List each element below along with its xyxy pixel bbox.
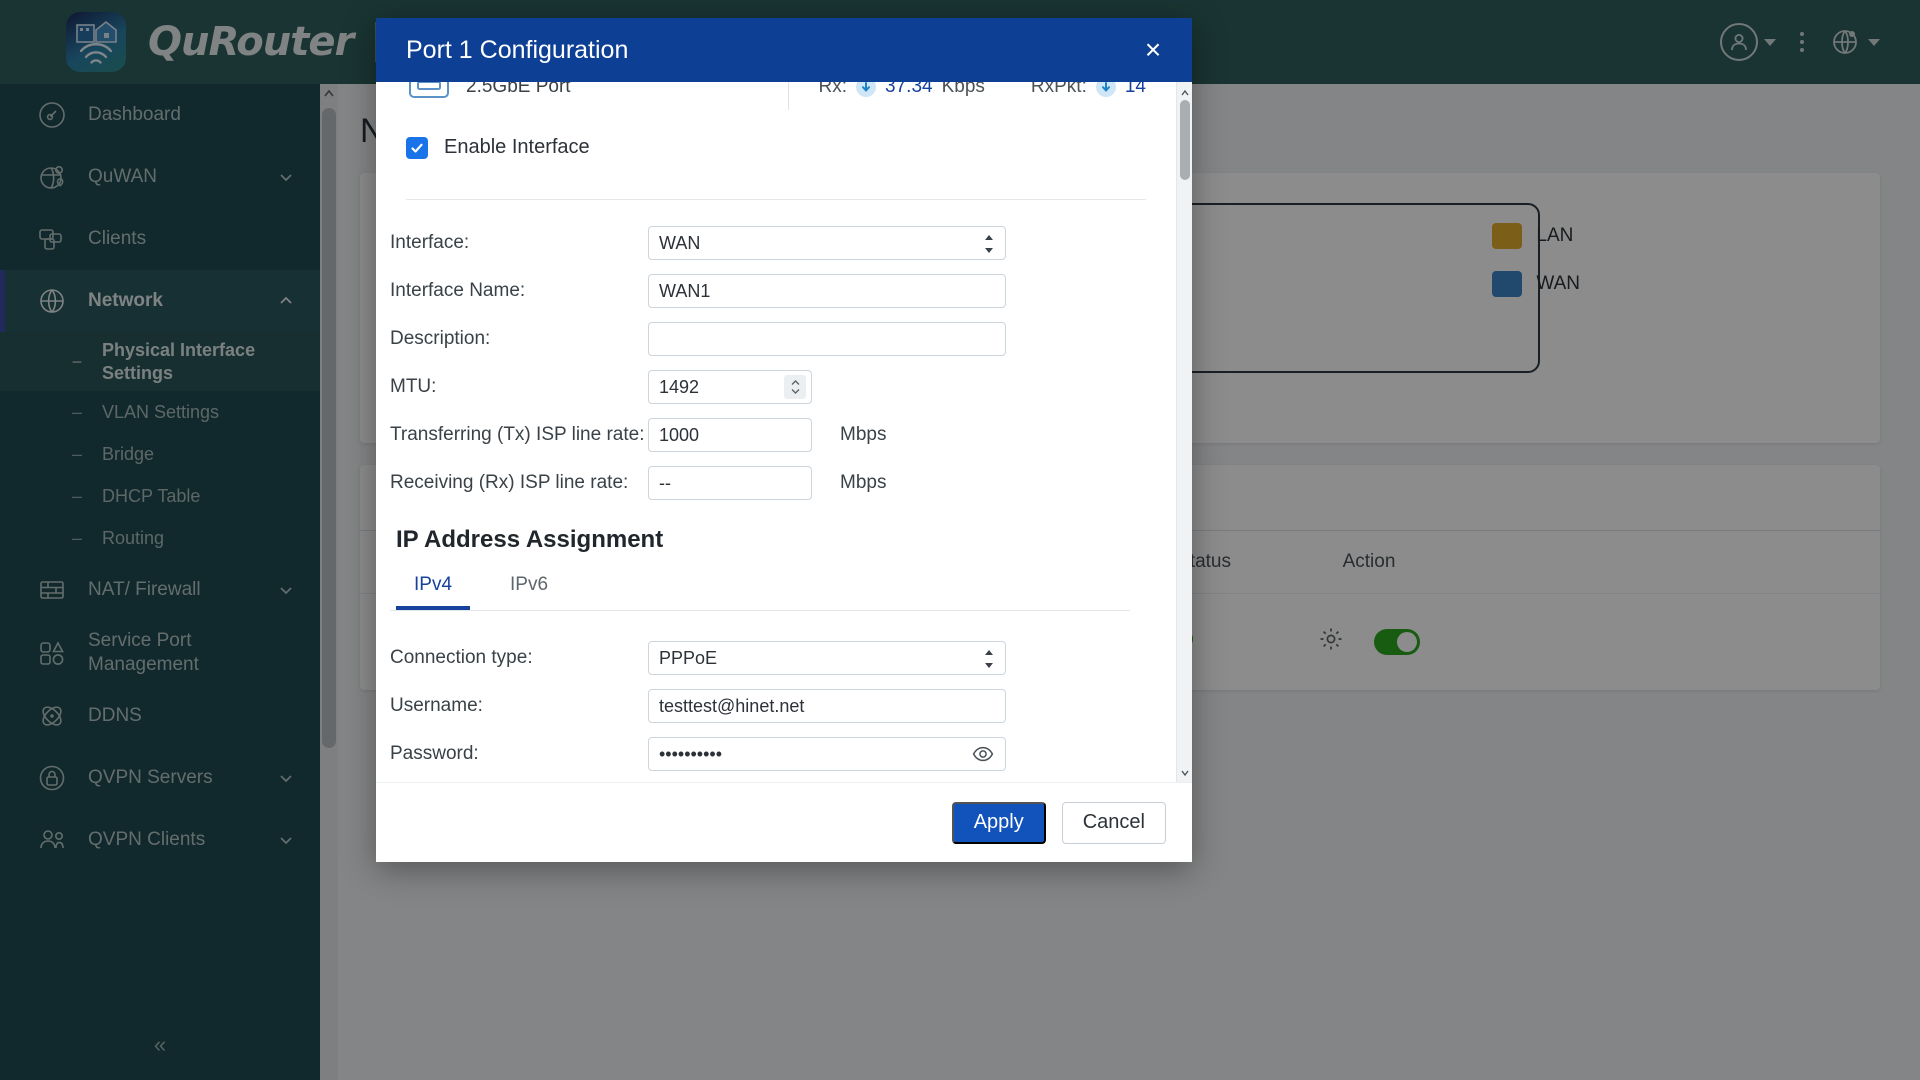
enable-interface-checkbox[interactable]	[406, 136, 428, 159]
port-type-label: 2.5GbE Port	[466, 82, 571, 97]
connection-type-label: Connection type:	[390, 646, 533, 668]
interface-form: Interface: WAN Interface Name: WAN1 Desc…	[376, 200, 1176, 782]
password-label: Password:	[390, 742, 479, 764]
field-row-interface: Interface: WAN	[390, 226, 1146, 260]
tab-ipv4[interactable]: IPv4	[396, 568, 471, 610]
mtu-wrap	[648, 370, 812, 404]
interface-name-label: Interface Name:	[390, 279, 526, 301]
cancel-button[interactable]: Cancel	[1061, 801, 1166, 844]
modal-body: 2.5GbE Port Rx: 37.34 Kbps RxPkt: 14 Ena…	[376, 82, 1192, 782]
modal-title: Port 1 Configuration	[406, 35, 629, 64]
field-row-rx-rate: Receiving (Rx) ISP line rate: Mbps	[390, 466, 1146, 500]
modal-header: Port 1 Configuration ×	[376, 18, 1192, 82]
modal-scrollbar[interactable]	[1176, 82, 1192, 782]
ip-assignment-title: IP Address Assignment	[396, 526, 664, 553]
password-input[interactable]	[648, 737, 1006, 771]
stat-value: 37.34	[885, 82, 933, 97]
tx-rate-label: Transferring (Tx) ISP line rate:	[390, 423, 645, 445]
connection-type-value: PPPoE	[659, 647, 718, 668]
tab-ipv6[interactable]: IPv6	[492, 568, 566, 610]
tx-rate-wrap	[648, 418, 812, 452]
username-label: Username:	[390, 694, 483, 716]
connection-type-select[interactable]: PPPoE	[648, 641, 1006, 675]
field-row-interface-name: Interface Name:	[390, 274, 1146, 308]
field-row-username: Username:	[390, 689, 1146, 723]
stat-rx: Rx: 37.34 Kbps	[819, 82, 985, 98]
rx-rate-label: Receiving (Rx) ISP line rate:	[390, 471, 629, 493]
connection-type-wrap: PPPoE	[648, 641, 1006, 675]
stat-label: Rx:	[818, 82, 848, 97]
select-arrows-icon	[983, 649, 995, 674]
tx-rate-input[interactable]	[648, 418, 812, 452]
username-wrap	[648, 689, 1006, 723]
apply-button[interactable]: Apply	[951, 801, 1046, 844]
username-input[interactable]	[648, 689, 1006, 723]
interface-select-value: WAN	[659, 232, 701, 253]
stat-unit: Kbps	[941, 82, 985, 97]
enable-interface-row[interactable]: Enable Interface	[376, 110, 1176, 185]
port-stats: Rx: 37.34 Kbps RxPkt: 14	[787, 82, 1146, 110]
close-icon[interactable]: ×	[1136, 33, 1170, 67]
arrow-down-icon	[1095, 82, 1116, 97]
field-row-description: Description:	[390, 322, 1146, 356]
port-summary: 2.5GbE Port Rx: 37.34 Kbps RxPkt: 14	[376, 82, 1176, 110]
mtu-stepper[interactable]	[784, 375, 806, 399]
arrow-down-icon	[856, 82, 877, 97]
field-row-tx-rate: Transferring (Tx) ISP line rate: Mbps	[390, 418, 1146, 452]
eye-icon[interactable]	[972, 744, 994, 769]
scroll-up-icon[interactable]	[1180, 86, 1190, 98]
stat-value: 14	[1124, 82, 1146, 97]
interface-name-wrap	[648, 274, 1006, 308]
password-wrap	[648, 737, 1006, 771]
modal-footer: Apply Cancel	[376, 782, 1192, 862]
scroll-down-icon[interactable]	[1180, 766, 1190, 778]
stat-label: RxPkt:	[1030, 82, 1087, 97]
interface-select[interactable]: WAN	[648, 226, 1006, 260]
description-input[interactable]	[648, 322, 1006, 356]
interface-label: Interface:	[390, 231, 470, 253]
description-wrap	[648, 322, 1006, 356]
port-configuration-modal: Port 1 Configuration × 2.5GbE Port Rx: 3…	[376, 18, 1192, 862]
ip-version-tabs: IPv4 IPv6	[390, 554, 1130, 611]
stat-rxpkt: RxPkt: 14	[1031, 82, 1146, 98]
tx-rate-unit: Mbps	[840, 424, 887, 445]
field-row-mtu: MTU:	[390, 370, 1146, 404]
select-arrows-icon	[983, 234, 995, 259]
rx-rate-input[interactable]	[648, 466, 812, 500]
mtu-label: MTU:	[390, 375, 437, 397]
rx-rate-wrap	[648, 466, 812, 500]
field-row-password: Password:	[390, 737, 1146, 771]
interface-name-input[interactable]	[648, 274, 1006, 308]
enable-interface-label: Enable Interface	[444, 136, 590, 158]
modal-scrollbar-thumb[interactable]	[1180, 100, 1190, 180]
modal-scroll-content: 2.5GbE Port Rx: 37.34 Kbps RxPkt: 14 Ena…	[376, 82, 1176, 782]
interface-select-wrap: WAN	[648, 226, 1006, 260]
app-root: QuRouter QHora-	[0, 0, 1920, 1080]
rx-rate-unit: Mbps	[840, 472, 887, 493]
description-label: Description:	[390, 327, 491, 349]
field-row-connection-type: Connection type: PPPoE	[390, 641, 1146, 675]
ethernet-port-icon	[406, 82, 452, 103]
